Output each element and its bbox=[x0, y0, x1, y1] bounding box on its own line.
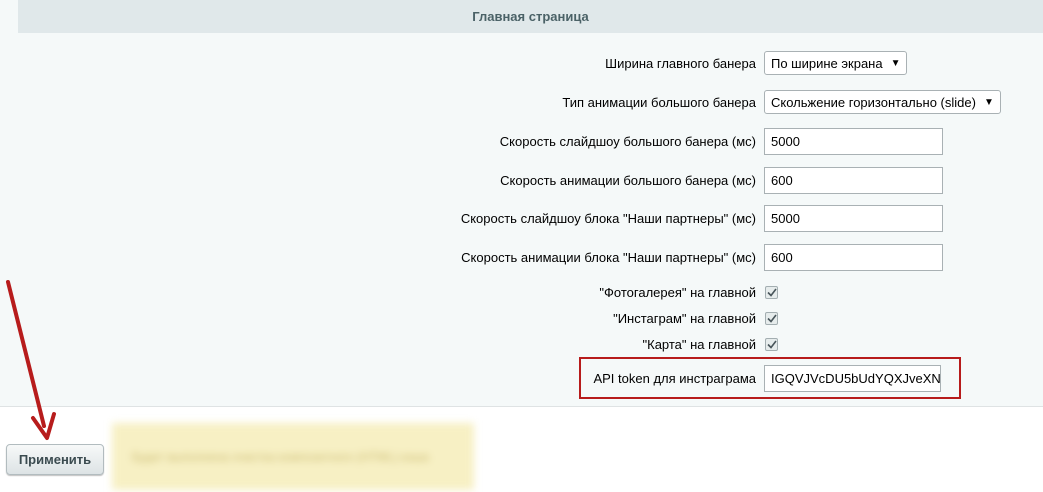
row-partners-animation-speed: Скорость анимации блока "Наши партнеры" … bbox=[0, 243, 1043, 271]
banner-slideshow-speed-label: Скорость слайдшоу большого банера (мс) bbox=[499, 133, 756, 149]
gallery-on-main-checkbox[interactable] bbox=[765, 285, 778, 299]
banner-width-value: По ширине экрана bbox=[771, 55, 883, 71]
row-instagram-on-main: "Инстаграм" на главной bbox=[0, 305, 1043, 331]
banner-width-select[interactable]: По ширине экрана ▼ bbox=[764, 51, 907, 75]
apply-button[interactable]: Применить bbox=[6, 444, 104, 475]
cache-notice: Будет выполнена очистка композитного (HT… bbox=[112, 423, 474, 490]
section-header: Главная страница bbox=[18, 0, 1043, 33]
map-on-main-checkbox[interactable] bbox=[765, 337, 778, 351]
annotation-arrow-icon bbox=[6, 280, 56, 440]
checkmark-icon bbox=[766, 340, 777, 349]
instagram-on-main-label: "Инстаграм" на главной bbox=[613, 310, 756, 326]
partners-slideshow-speed-label: Скорость слайдшоу блока "Наши партнеры" … bbox=[460, 210, 756, 226]
banner-animation-value: Скольжение горизонтально (slide) bbox=[771, 94, 976, 110]
row-partners-slideshow-speed: Скорость слайдшоу блока "Наши партнеры" … bbox=[0, 204, 1043, 232]
row-banner-animation-speed: Скорость анимации большого банера (мс) 6… bbox=[0, 166, 1043, 194]
dropdown-arrow-icon: ▼ bbox=[890, 57, 901, 69]
row-banner-width: Ширина главного банера По ширине экрана … bbox=[0, 50, 1043, 76]
instagram-on-main-checkbox[interactable] bbox=[765, 311, 778, 325]
dropdown-arrow-icon: ▼ bbox=[983, 96, 994, 108]
cache-notice-text: Будет выполнена очистка композитного (HT… bbox=[132, 449, 429, 464]
partners-animation-speed-label: Скорость анимации блока "Наши партнеры" … bbox=[461, 249, 756, 265]
partners-slideshow-speed-input[interactable]: 5000 bbox=[764, 204, 943, 232]
banner-animation-select[interactable]: Скольжение горизонтально (slide) ▼ bbox=[764, 90, 1001, 114]
row-gallery-on-main: "Фотогалерея" на главной bbox=[0, 279, 1043, 305]
api-token-highlight-box bbox=[579, 357, 961, 399]
settings-panel: Главная страница Ширина главного банера … bbox=[0, 0, 1043, 406]
partners-animation-speed-input[interactable]: 600 bbox=[764, 243, 943, 271]
section-title: Главная страница bbox=[472, 9, 589, 24]
gallery-on-main-label: "Фотогалерея" на главной bbox=[599, 284, 756, 300]
footer-divider bbox=[0, 406, 1043, 407]
checkmark-icon bbox=[766, 288, 777, 297]
row-banner-slideshow-speed: Скорость слайдшоу большого банера (мс) 5… bbox=[0, 127, 1043, 155]
banner-animation-speed-label: Скорость анимации большого банера (мс) bbox=[500, 172, 756, 188]
row-banner-animation: Тип анимации большого банера Скольжение … bbox=[0, 89, 1043, 115]
banner-width-label: Ширина главного банера bbox=[605, 55, 756, 71]
banner-animation-label: Тип анимации большого банера bbox=[562, 94, 756, 110]
map-on-main-label: "Карта" на главной bbox=[642, 336, 757, 352]
banner-animation-speed-input[interactable]: 600 bbox=[764, 166, 943, 194]
row-map-on-main: "Карта" на главной bbox=[0, 331, 1043, 357]
banner-slideshow-speed-input[interactable]: 5000 bbox=[764, 127, 943, 155]
checkmark-icon bbox=[766, 314, 777, 323]
